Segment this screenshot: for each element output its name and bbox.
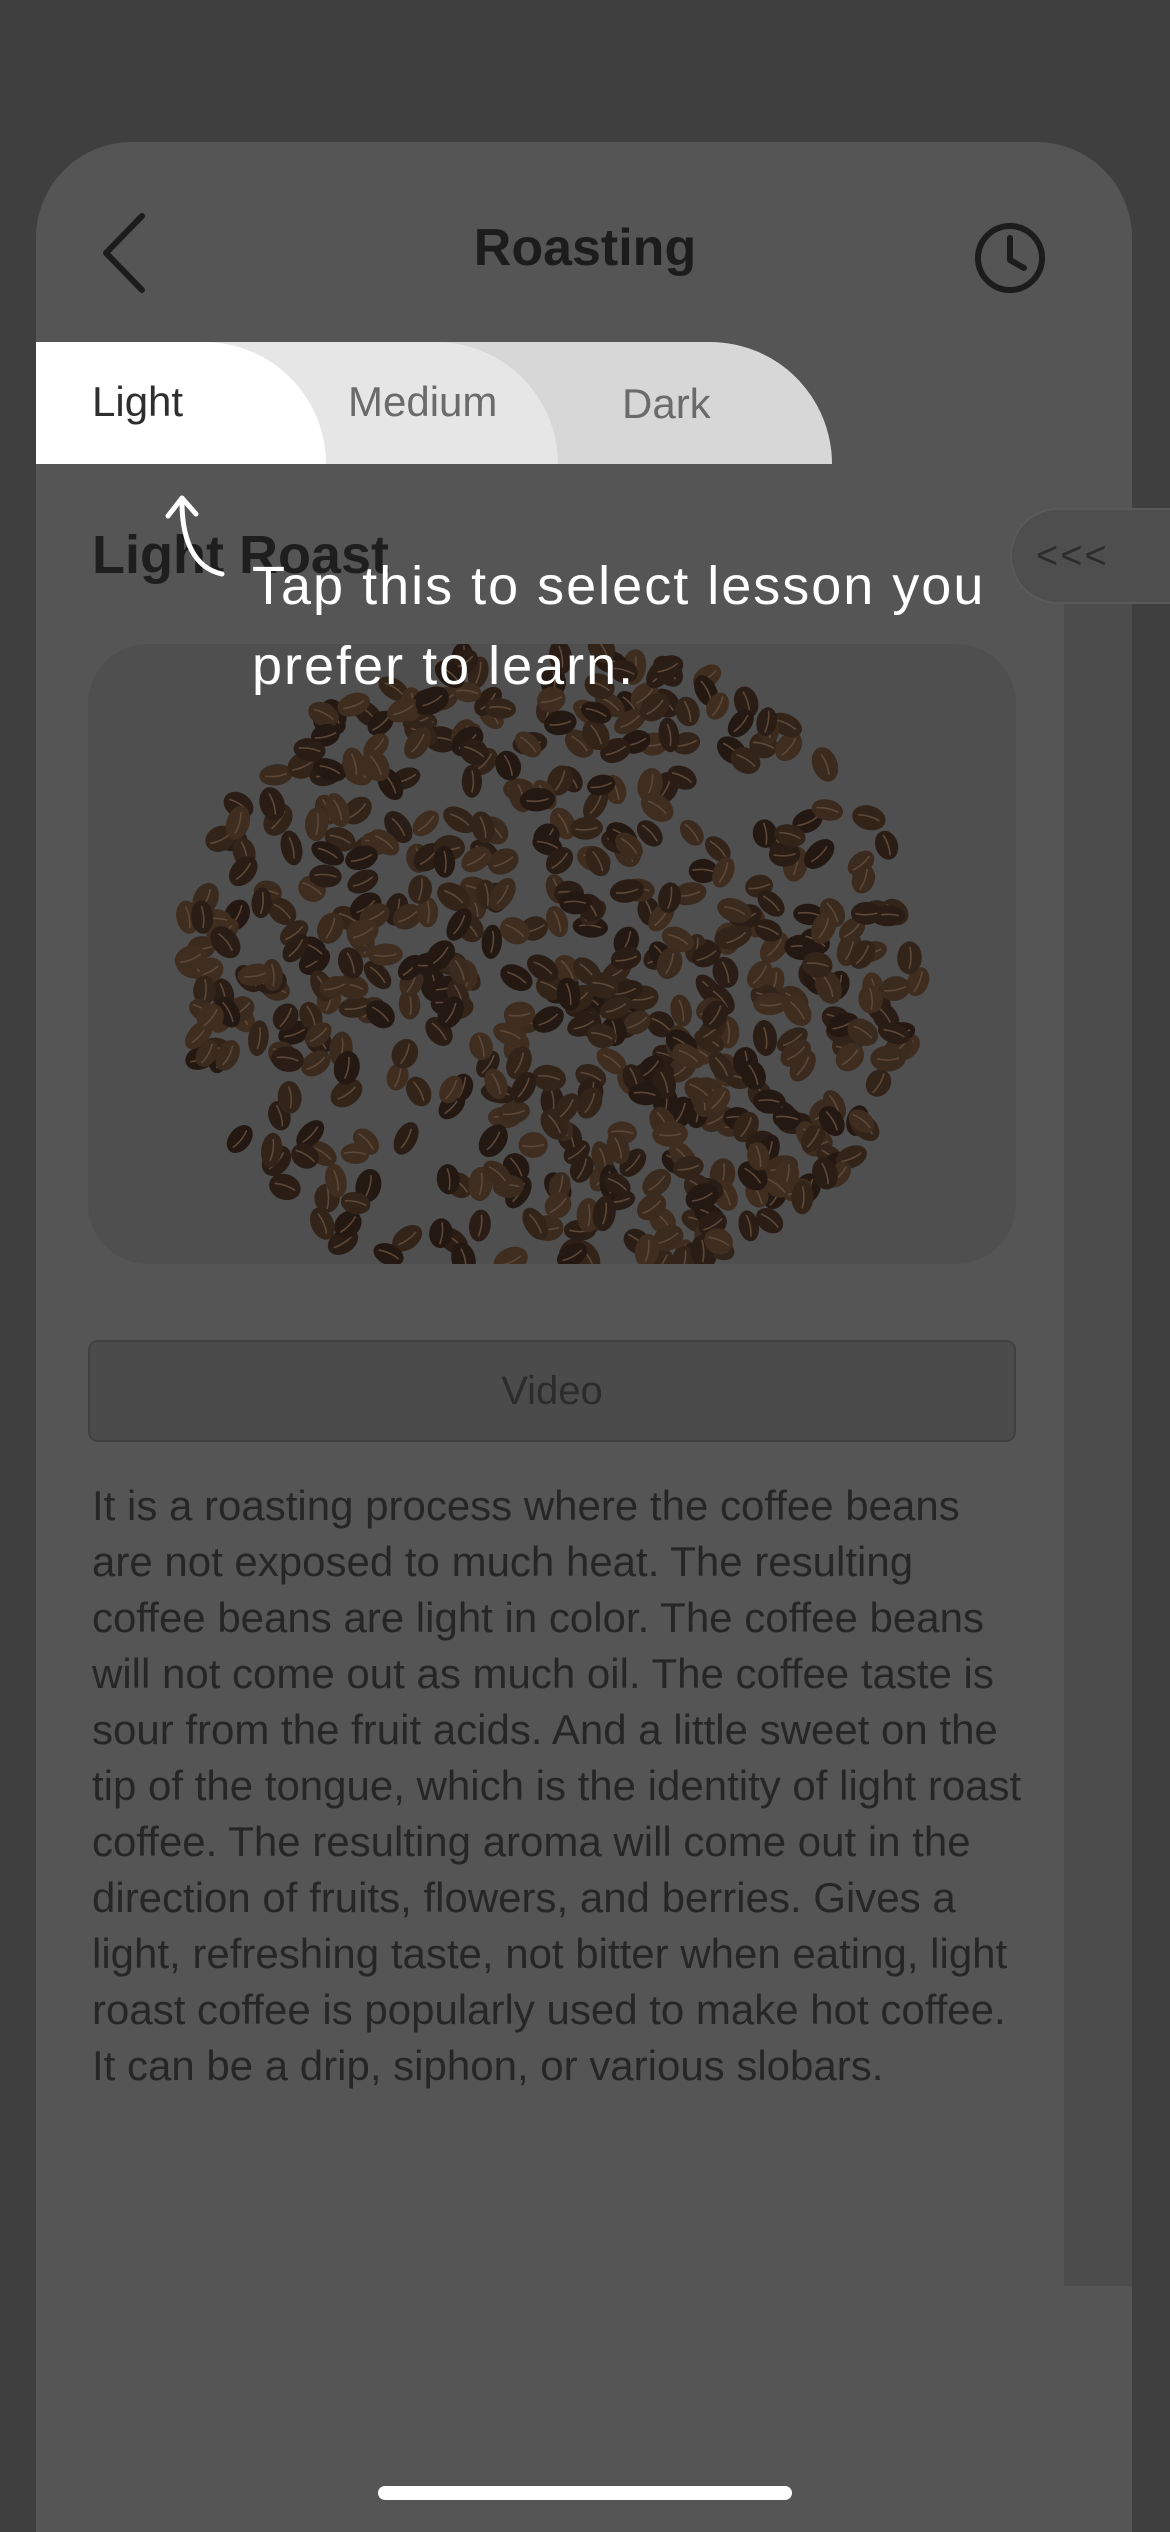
coach-mark-text: Tap this to select lesson you prefer to … xyxy=(252,556,986,696)
lesson-description: It is a roasting process where the coffe… xyxy=(92,1482,1022,2089)
coffee-bean xyxy=(461,764,482,798)
side-panel xyxy=(1064,512,1132,2286)
coffee-bean xyxy=(393,1122,419,1155)
coffee-bean xyxy=(569,816,603,840)
coffee-beans-image xyxy=(88,644,1016,1264)
coffee-bean xyxy=(226,1125,253,1153)
tab-dark-label: Dark xyxy=(622,380,711,427)
home-indicator[interactable] xyxy=(378,2486,792,2500)
coffee-bean xyxy=(468,1209,491,1242)
history-button[interactable] xyxy=(972,220,1048,296)
coffee-bean xyxy=(412,810,440,837)
lesson-tabs: Dark Medium Light xyxy=(36,342,832,464)
coffee-bean xyxy=(493,1246,528,1264)
clock-icon xyxy=(975,223,1045,293)
coffee-bean xyxy=(852,805,886,831)
coffee-bean xyxy=(811,747,839,782)
video-button[interactable]: Video xyxy=(88,1340,1016,1442)
coffee-bean xyxy=(874,830,899,860)
coffee-bean xyxy=(679,819,704,846)
screen: Roasting Dark Medium Light <<< Light Roa… xyxy=(0,0,1170,2532)
coffee-bean xyxy=(752,1020,778,1056)
tab-medium-label: Medium xyxy=(348,378,498,425)
coffee-beans-illustration xyxy=(174,644,930,1264)
curved-arrow-up-icon xyxy=(165,495,225,577)
coffee-bean xyxy=(481,924,503,959)
coffee-bean xyxy=(518,1132,548,1158)
tab-light-label: Light xyxy=(92,378,184,425)
coffee-bean xyxy=(347,869,379,894)
coffee-bean xyxy=(280,830,303,866)
